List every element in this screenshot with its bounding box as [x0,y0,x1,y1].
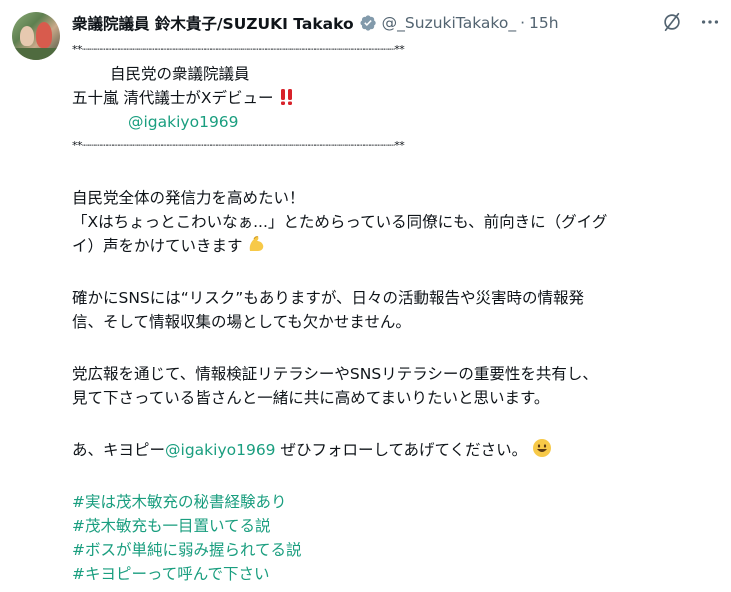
paragraph-line: 確かにSNSには“リスク”もありますが、日々の活動報告や災害時の情報発 [72,289,585,307]
tweet-text: **┈┈┈┈┈┈┈┈┈┈┈┈┈┈┈┈┈┈┈┈┈┈┈┈┈┈┈┈┈┈┈┈┈┈┈┈┈┈… [72,38,722,586]
intro-line: 五十嵐 清代議士がXデビュー [72,86,722,110]
separator-dot: · [520,14,526,32]
intro-mention-line: @igakiyo1969 [72,110,722,134]
intro-line: 自民党の衆議院議員 [110,65,250,83]
paragraph-line: 見て下さっている皆さんと一緒に共に高めてまいりたいと思います。 [72,389,550,407]
avatar[interactable] [12,12,60,60]
decorative-rule-bottom: **┈┈┈┈┈┈┈┈┈┈┈┈┈┈┈┈┈┈┈┈┈┈┈┈┈┈┈┈┈┈┈┈┈┈┈┈┈┈… [72,139,405,152]
paragraph-line: 信、そして情報収集の場としても欠かせません。 [72,313,411,331]
paragraph-line: イ）声をかけていきます [72,234,722,258]
paragraph-text: イ）声をかけていきます [72,237,243,255]
hashtag-link[interactable]: #ボスが単純に弱み握られてる説 [72,538,722,562]
intro-text: 五十嵐 清代議士がXデビュー [72,89,274,107]
double-exclamation-emoji [281,89,293,105]
hashtag-link[interactable]: #実は茂木敏充の秘書経験あり [72,490,722,514]
grinning-face-emoji [533,439,552,457]
paragraph-line: 自民党全体の発信力を高めたい！ [72,189,305,207]
decorative-rule-top: **┈┈┈┈┈┈┈┈┈┈┈┈┈┈┈┈┈┈┈┈┈┈┈┈┈┈┈┈┈┈┈┈┈┈┈┈┈┈… [72,43,405,56]
display-name[interactable]: 衆議院議員 鈴木貴子/SUZUKI Takako [72,12,354,34]
verified-badge-icon [360,15,376,31]
paragraph-text: ぜひフォローしてあげてください。 [275,441,528,459]
flexed-biceps-emoji [250,236,264,251]
more-options-icon[interactable] [699,11,721,33]
paragraph-line: あ、キヨピー@igakiyo1969 ぜひフォローしてあげてください。 [72,438,722,462]
handle[interactable]: @_SuzukiTakako_ [382,14,516,32]
mention-link[interactable]: @igakiyo1969 [128,113,239,131]
grok-icon[interactable] [661,11,683,33]
paragraph-text: あ、キヨピー [72,441,166,459]
hashtag-link[interactable]: #茂木敏充も一目置いてる説 [72,514,722,538]
paragraph-line: 党広報を通じて、情報検証リテラシーやSNSリテラシーの重要性を共有し、 [72,365,598,383]
paragraph-line: 「Xはちょっとこわいなぁ...」とためらっている同僚にも、前向きに（グイグ [72,213,608,231]
mention-link[interactable]: @igakiyo1969 [165,441,276,459]
timestamp[interactable]: 15h [529,14,559,32]
tweet-header: 衆議院議員 鈴木貴子/SUZUKI Takako @_SuzukiTakako_… [72,11,559,35]
hashtag-link[interactable]: #キヨピーって呼んで下さい [72,562,722,586]
